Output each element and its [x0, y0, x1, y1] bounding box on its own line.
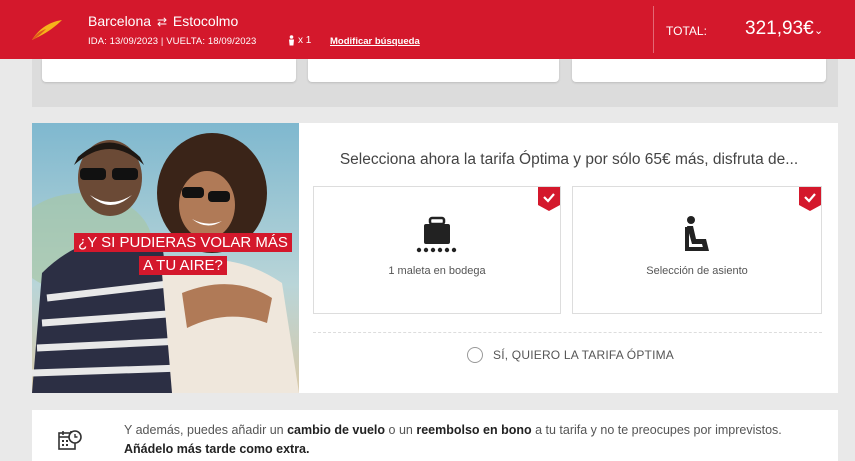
suitcase-icon — [416, 216, 457, 253]
check-badge-icon — [799, 187, 821, 211]
optima-option-label[interactable]: SÍ, QUIERO LA TARIFA ÓPTIMA — [493, 348, 674, 362]
seat-icon — [685, 216, 709, 251]
upsell-tagline: ¿Y SI PUDIERAS VOLAR MÁS A TU AIRE? — [68, 231, 298, 277]
chevron-down-icon: ⌄ — [814, 25, 824, 37]
fare-card[interactable] — [572, 59, 826, 82]
check-badge-icon — [538, 187, 560, 211]
voucher-refund-text: reembolso en bono — [416, 423, 532, 437]
total-price-toggle[interactable]: TOTAL: 321,93€ ⌄ — [653, 6, 838, 53]
extras-text-part: o un — [385, 423, 417, 437]
passenger-count: x 1 — [288, 35, 311, 46]
couple-photo: ¿Y SI PUDIERAS VOLAR MÁS A TU AIRE? — [32, 123, 299, 393]
fare-card[interactable] — [308, 59, 559, 82]
calendar-clock-icon — [58, 430, 82, 450]
route-title: Barcelona ⇄ Estocolmo — [88, 13, 238, 29]
destination-city: Estocolmo — [172, 13, 239, 29]
optima-upsell-panel: ¿Y SI PUDIERAS VOLAR MÁS A TU AIRE? Sele… — [32, 123, 838, 393]
fare-card[interactable] — [42, 59, 296, 82]
modify-search-link[interactable]: Modificar búsqueda — [330, 36, 420, 47]
passenger-count-text: x 1 — [298, 35, 312, 46]
origin-city: Barcelona — [88, 13, 152, 29]
person-icon — [289, 35, 294, 46]
extras-text: Y además, puedes añadir un cambio de vue… — [124, 421, 834, 459]
extras-text-part: Y además, puedes añadir un — [124, 423, 288, 437]
trip-dates: IDA: 13/09/2023 | VUELTA: 18/09/2023 — [88, 36, 257, 47]
benefit-card-seat: Selección de asiento — [572, 186, 822, 314]
extras-text-part: a tu tarifa y no te preocupes por imprev… — [531, 423, 782, 437]
extras-notice: Y además, puedes añadir un cambio de vue… — [32, 410, 838, 461]
flight-change-text: cambio de vuelo — [287, 423, 386, 437]
optima-option[interactable]: SÍ, QUIERO LA TARIFA ÓPTIMA — [467, 347, 674, 363]
booking-header: Barcelona ⇄ Estocolmo IDA: 13/09/2023 | … — [0, 0, 855, 59]
tagline-line-2: A TU AIRE? — [139, 256, 227, 275]
benefit-card-baggage: 1 maleta en bodega — [313, 186, 561, 314]
total-price: 321,93€ — [745, 18, 814, 39]
round-trip-icon: ⇄ — [156, 15, 167, 29]
total-label: TOTAL: — [666, 24, 707, 38]
add-later-text: Añádelo más tarde como extra. — [124, 442, 310, 456]
divider — [313, 332, 822, 333]
benefit-label: 1 maleta en bodega — [388, 265, 486, 277]
benefit-label: Selección de asiento — [646, 265, 748, 277]
tagline-line-1: ¿Y SI PUDIERAS VOLAR MÁS — [74, 233, 292, 252]
iberia-logo[interactable] — [30, 18, 64, 42]
upsell-title: Selecciona ahora la tarifa Óptima y por … — [339, 151, 799, 168]
optima-radio[interactable] — [467, 347, 483, 363]
